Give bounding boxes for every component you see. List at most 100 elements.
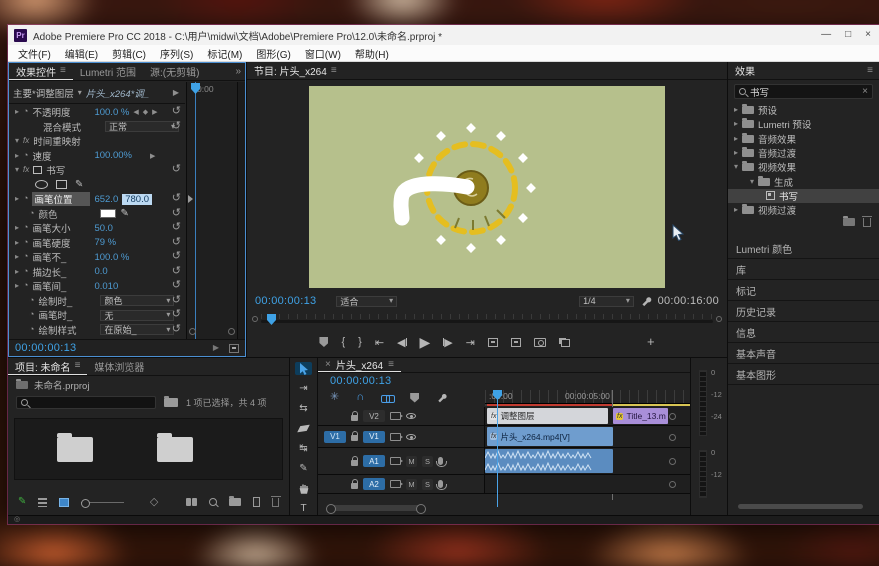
panel-menu-icon[interactable] (867, 66, 873, 76)
step-forward-icon[interactable]: ▶ (443, 336, 452, 349)
project-items-grid[interactable] (14, 418, 283, 480)
tab-program-monitor[interactable]: 节目: 片头_x264 (247, 62, 344, 79)
close-sequence-icon[interactable] (325, 360, 331, 370)
effect-controls-timecode[interactable]: 00:00:00:13 (15, 342, 76, 354)
track-scroll-handle[interactable] (669, 481, 676, 488)
menu-sequence[interactable]: 序列(S) (160, 46, 193, 61)
scrollbar-handle[interactable] (252, 316, 258, 322)
stopwatch-icon[interactable] (23, 238, 28, 248)
next-keyframe-icon[interactable] (150, 151, 155, 161)
sync-lock-icon[interactable] (390, 412, 401, 420)
reset-icon[interactable] (172, 251, 181, 262)
track-a2-header[interactable]: A2 M S (318, 475, 485, 493)
prev-keyframe-icon[interactable] (133, 107, 138, 117)
list-view-icon[interactable] (38, 498, 47, 507)
tree-item-write-on[interactable]: 书写 (728, 189, 879, 203)
new-item-icon[interactable] (253, 497, 260, 507)
track-v1-header[interactable]: V1 V1 (318, 426, 485, 447)
lock-icon[interactable] (351, 483, 358, 489)
track-a1-header[interactable]: A1 M S (318, 448, 485, 474)
opacity-value[interactable]: 100.0 % (94, 107, 129, 118)
panel-menu-icon[interactable] (60, 66, 66, 76)
scrollbar-handle[interactable] (228, 328, 235, 335)
scrollbar-handle[interactable] (716, 316, 722, 322)
brush-time-dropdown[interactable]: 无 (100, 310, 174, 321)
play-around-icon[interactable] (213, 344, 219, 352)
clip-title[interactable]: fx Title_13.m (613, 408, 668, 424)
param-row-brush-opacity[interactable]: 画笔不_ 100.0 % (9, 250, 185, 265)
group-row-time-remapping[interactable]: 时间重映射 (9, 134, 185, 149)
scrubber-track[interactable] (261, 320, 713, 323)
add-marker-icon[interactable] (410, 393, 419, 403)
twirl-icon[interactable] (734, 148, 738, 158)
solo-button[interactable]: S (422, 456, 433, 467)
tab-essential-graphics[interactable]: 基本图形 (728, 364, 879, 385)
snap-icon[interactable] (356, 392, 364, 403)
twirl-open-icon[interactable] (15, 165, 19, 175)
program-scrubber[interactable] (255, 314, 719, 326)
voiceover-mic-icon[interactable] (438, 480, 443, 488)
tab-project[interactable]: 项目: 未命名 (8, 358, 87, 375)
stopwatch-icon[interactable] (29, 325, 34, 335)
clip-video[interactable]: fx 片头_x264.mp4[V] (487, 427, 613, 446)
step-back-icon[interactable]: ◀ (397, 336, 406, 349)
param-row-paint-style[interactable]: 绘制样式 在原始_ (9, 323, 185, 338)
pen-mask-icon[interactable] (75, 180, 83, 190)
twirl-open-icon[interactable] (15, 136, 19, 146)
linked-selection-icon[interactable] (381, 394, 393, 402)
brush-position-y-editing[interactable]: 780.0 (122, 194, 152, 205)
panel-menu-icon[interactable] (388, 360, 394, 370)
tab-sequence[interactable]: 片头_x264 (318, 358, 401, 372)
tab-source-monitor[interactable]: 源:(无剪辑) (143, 63, 206, 80)
track-select-forward-tool[interactable]: ⇥ (295, 382, 312, 395)
delete-icon[interactable] (272, 498, 279, 507)
type-tool[interactable]: T (295, 502, 312, 515)
maximize-button[interactable]: □ (845, 25, 851, 45)
reset-icon[interactable] (172, 280, 181, 291)
effects-search-box[interactable]: 书写 (734, 84, 873, 99)
color-swatch[interactable] (100, 209, 116, 218)
twirl-open-icon[interactable] (750, 177, 754, 187)
add-marker-icon[interactable] (319, 337, 328, 347)
twirl-icon[interactable] (15, 223, 19, 233)
param-row-brush-spacing[interactable]: 画笔间_ 0.010 (9, 279, 185, 294)
twirl-icon[interactable] (15, 281, 19, 291)
param-row-brush-time[interactable]: 画笔时_ 无 (9, 308, 185, 323)
paint-time-dropdown[interactable]: 颜色 (100, 295, 174, 306)
go-to-out-icon[interactable]: ⇥ (466, 336, 475, 349)
track-v2[interactable]: V2 fx 调整图层 fx Title_13.m (318, 407, 690, 426)
twirl-icon[interactable] (15, 238, 19, 248)
timeline-playhead[interactable] (497, 390, 498, 507)
menu-edit[interactable]: 编辑(E) (65, 46, 98, 61)
play-effect-icon[interactable] (173, 89, 179, 97)
tab-effects[interactable]: 效果 (728, 62, 762, 79)
tab-media-browser[interactable]: 媒体浏览器 (87, 358, 151, 375)
brush-position-x[interactable]: 652.0 (94, 194, 118, 205)
search-icon[interactable] (209, 498, 217, 506)
menu-file[interactable]: 文件(F) (18, 46, 51, 61)
timeline-timecode[interactable]: 00:00:00:13 (330, 375, 391, 387)
reset-icon[interactable] (172, 164, 181, 175)
hand-tool[interactable] (295, 482, 312, 495)
settings-wrench-icon[interactable] (640, 295, 652, 307)
tree-item-video-effects[interactable]: 视频效果 (728, 160, 879, 174)
twirl-open-icon[interactable] (734, 162, 738, 172)
effect-row-write-on[interactable]: 书写 (9, 163, 185, 178)
track-output-eye-icon[interactable] (406, 413, 416, 419)
param-row-opacity[interactable]: 不透明度 100.0 % (9, 105, 185, 120)
pen-tool[interactable] (295, 462, 312, 475)
tab-overflow-icon[interactable] (235, 67, 241, 77)
stopwatch-icon[interactable] (23, 223, 28, 233)
find-icon[interactable] (186, 498, 197, 506)
tab-libraries[interactable]: 库 (728, 259, 879, 280)
keyframe-nav-arrow-icon[interactable] (188, 195, 193, 203)
tab-effect-controls[interactable]: 效果控件 (9, 63, 73, 80)
reset-icon[interactable] (172, 193, 181, 204)
track-a1-badge[interactable]: A1 (363, 455, 385, 467)
twirl-icon[interactable] (15, 194, 19, 204)
extract-icon[interactable] (511, 338, 521, 347)
menu-markers[interactable]: 标记(M) (207, 46, 242, 61)
twirl-icon[interactable] (15, 151, 19, 161)
button-editor-plus-icon[interactable] (647, 335, 655, 349)
master-clip-label[interactable]: 主要*调整图层 (13, 86, 74, 100)
